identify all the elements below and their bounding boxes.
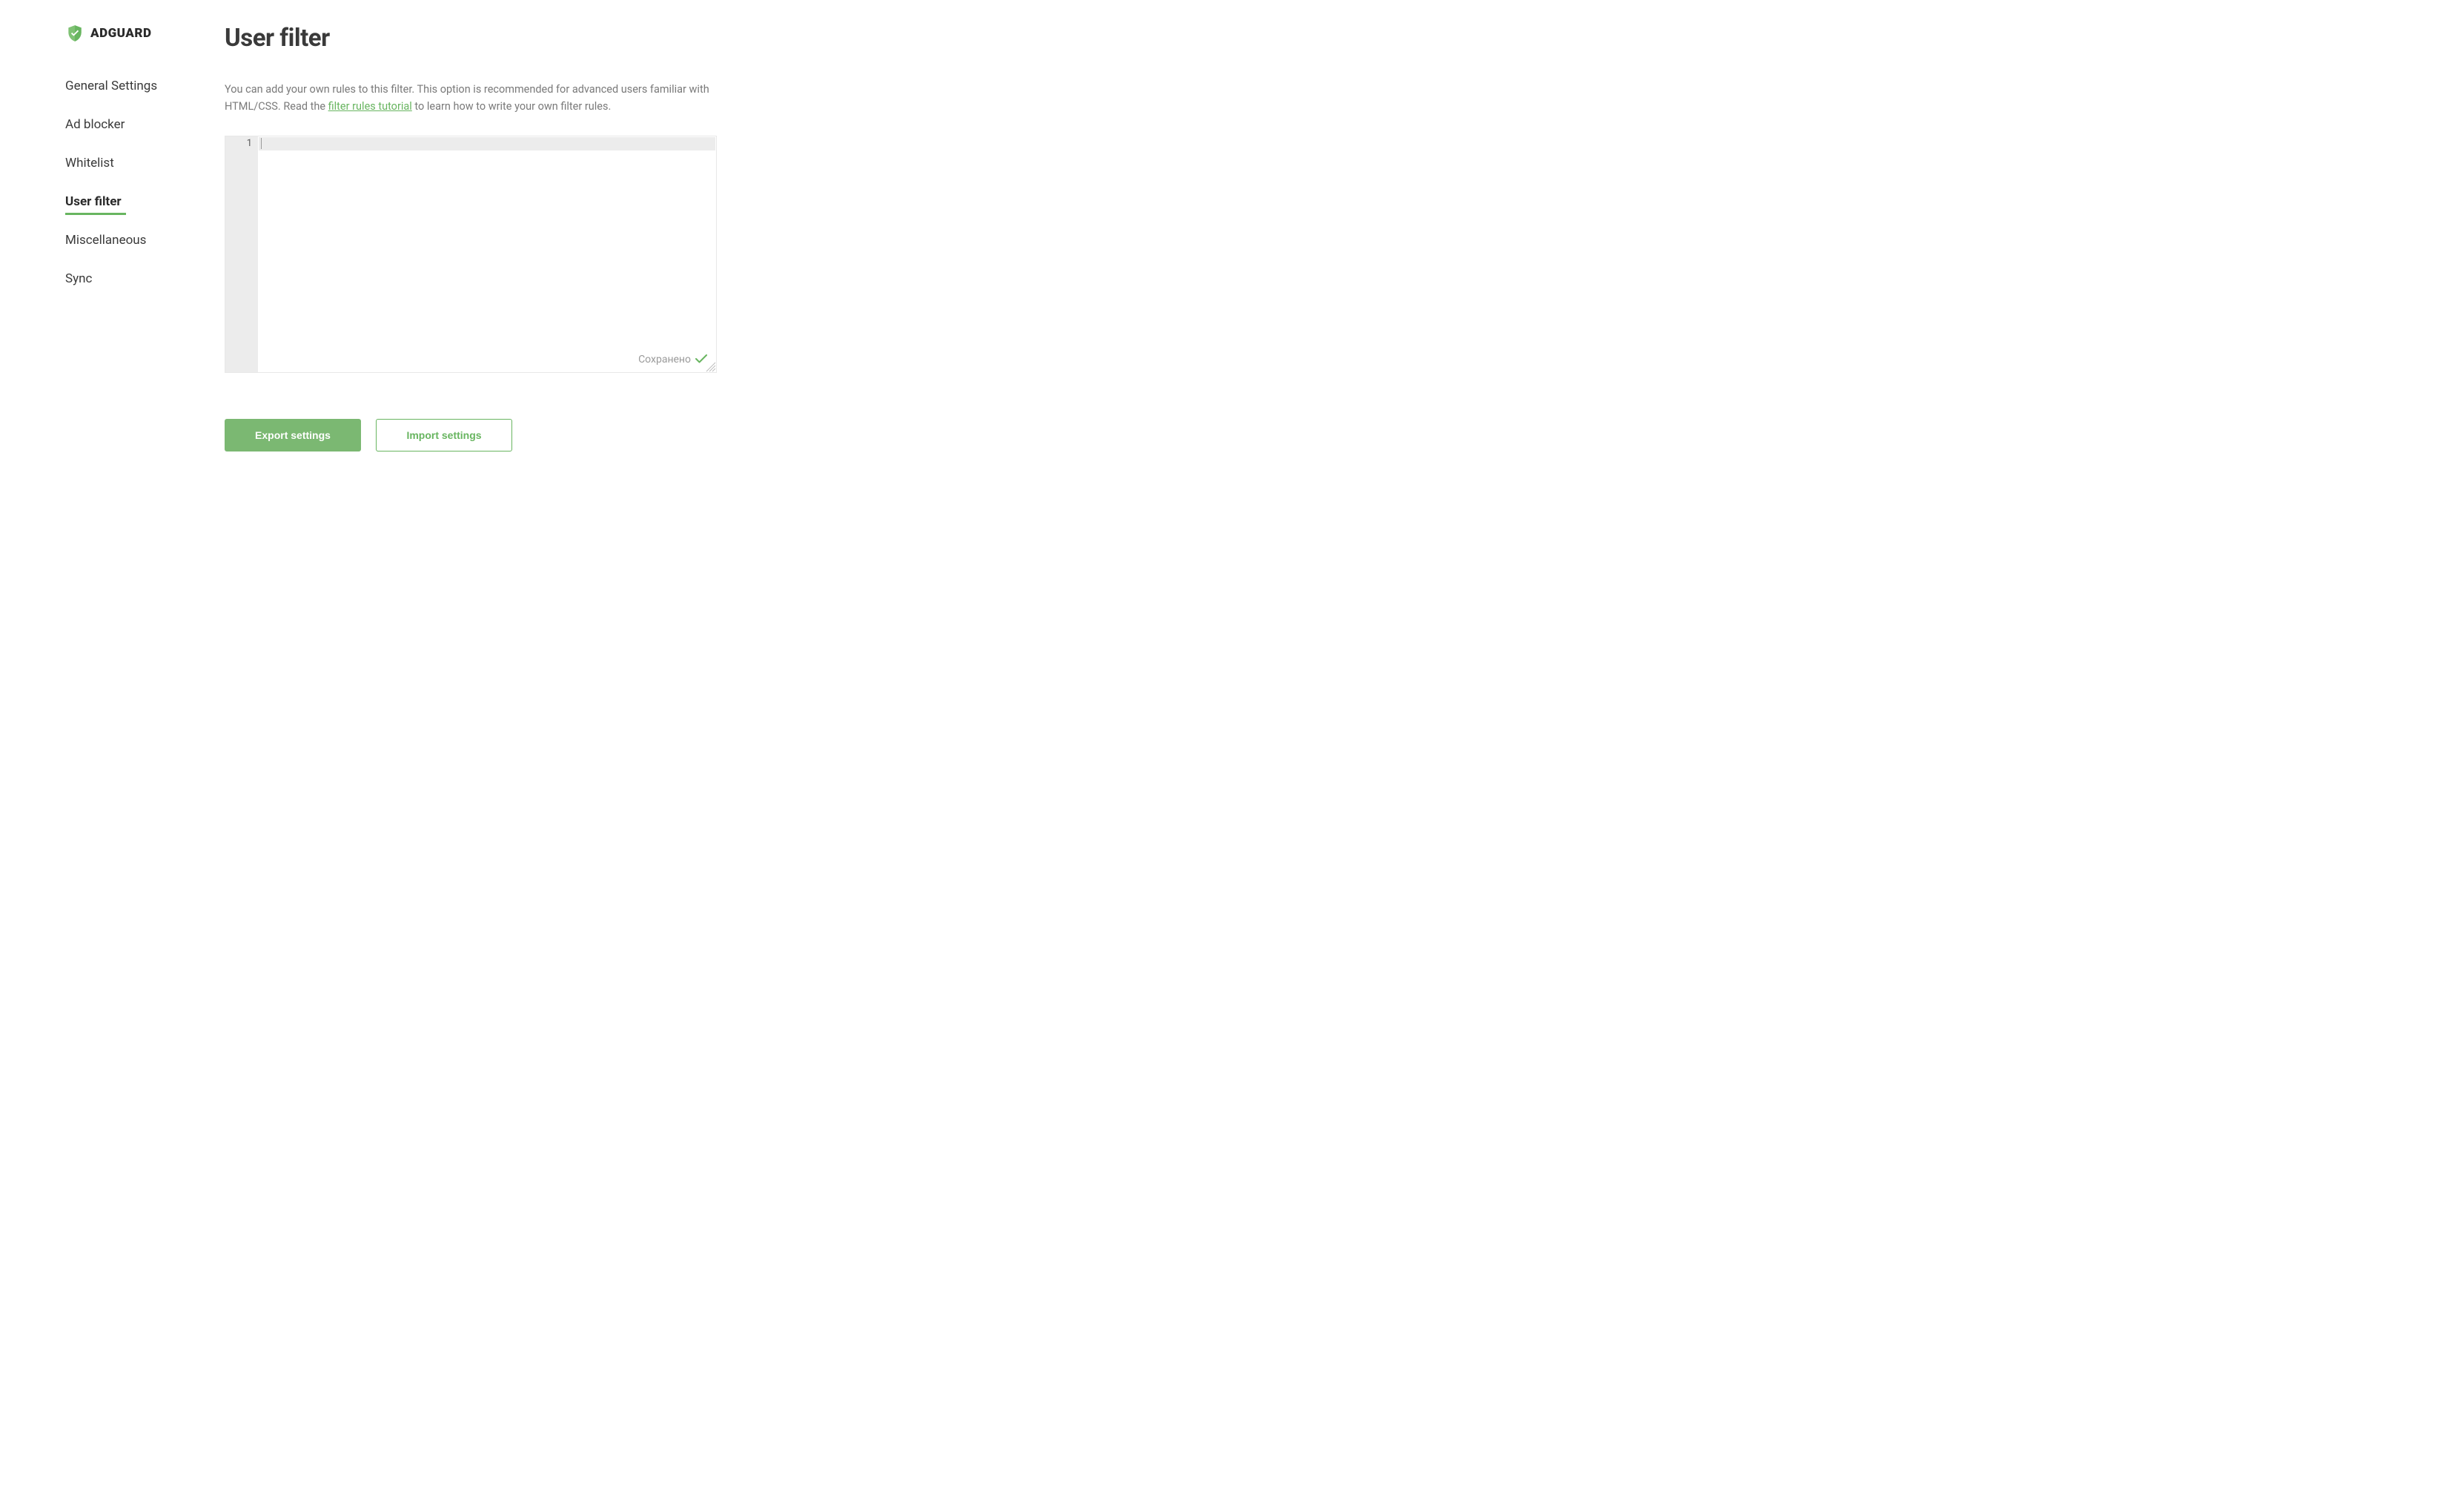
- page-title: User filter: [225, 24, 717, 53]
- import-settings-button[interactable]: Import settings: [376, 419, 512, 452]
- brand-name: ADGUARD: [90, 26, 151, 41]
- brand-logo: ADGUARD: [65, 24, 210, 43]
- text-cursor: [261, 138, 262, 149]
- sidebar-item-miscellaneous[interactable]: Miscellaneous: [65, 221, 210, 259]
- filter-rules-editor[interactable]: 1 Сохранено: [225, 136, 717, 373]
- sidebar-item-whitelist[interactable]: Whitelist: [65, 144, 210, 182]
- sidebar-item-user-filter[interactable]: User filter: [65, 182, 210, 221]
- editor-textarea[interactable]: [258, 136, 716, 372]
- main-content: User filter You can add your own rules t…: [225, 24, 773, 452]
- export-settings-button[interactable]: Export settings: [225, 419, 361, 452]
- button-row: Export settings Import settings: [225, 419, 717, 452]
- shield-check-icon: [65, 24, 85, 43]
- description-text-2: to learn how to write your own filter ru…: [412, 100, 612, 113]
- editor-gutter: 1: [225, 136, 258, 372]
- line-number: 1: [225, 138, 252, 149]
- sidebar-item-ad-blocker[interactable]: Ad blocker: [65, 105, 210, 144]
- sidebar-item-sync[interactable]: Sync: [65, 259, 210, 298]
- page-description: You can add your own rules to this filte…: [225, 81, 717, 115]
- filter-rules-tutorial-link[interactable]: filter rules tutorial: [328, 100, 412, 113]
- sidebar: ADGUARD General Settings Ad blocker Whit…: [0, 24, 225, 452]
- saved-status: Сохранено: [638, 352, 707, 366]
- saved-label: Сохранено: [638, 354, 691, 366]
- sidebar-item-general-settings[interactable]: General Settings: [65, 67, 210, 105]
- resize-handle-icon[interactable]: [704, 360, 716, 372]
- sidebar-nav: General Settings Ad blocker Whitelist Us…: [65, 67, 210, 298]
